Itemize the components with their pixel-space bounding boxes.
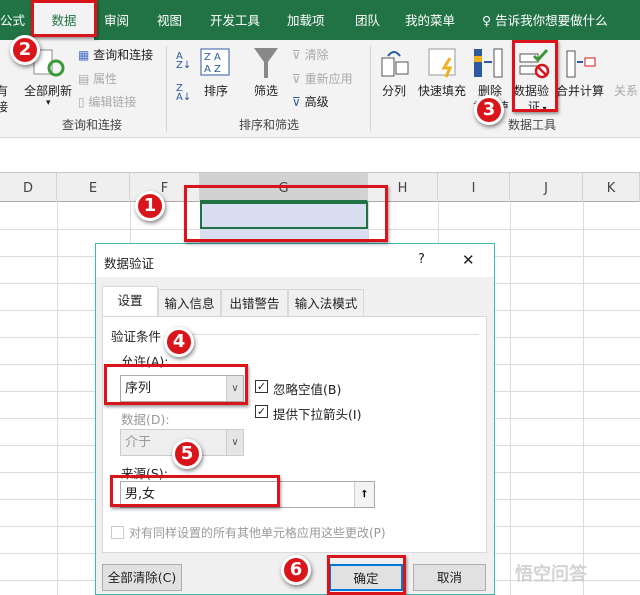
watermark: 悟空问答	[515, 564, 587, 585]
tab-settings[interactable]: 设置	[102, 286, 158, 317]
group-label: 数据工具	[508, 118, 557, 132]
svg-text:A Z: A Z	[204, 64, 221, 75]
sort-button[interactable]: 排序	[204, 82, 228, 99]
tab-ime-mode[interactable]: 输入法模式	[288, 289, 364, 316]
tab-input-message[interactable]: 输入信息	[158, 289, 221, 316]
divider	[166, 46, 167, 132]
dropdown-label: 提供下拉箭头(I)	[273, 407, 362, 422]
flash-fill-icon	[428, 48, 456, 78]
partial-button-label[interactable]: 有	[0, 82, 8, 99]
group-label: 排序和筛选	[239, 118, 300, 132]
reapply-button[interactable]: ⊽ 重新应用	[292, 70, 353, 87]
sort-icon: Z AA Z	[200, 48, 230, 76]
dropdown-checkbox[interactable]: ✓	[255, 405, 268, 418]
cancel-button[interactable]: 取消	[413, 564, 486, 591]
highlight-validation-button	[512, 40, 558, 112]
partial-button-label[interactable]: 接	[0, 98, 8, 115]
remove-duplicates-icon	[474, 48, 503, 78]
column-header-j[interactable]: J	[510, 173, 583, 202]
tab-view[interactable]: 视图	[157, 0, 182, 40]
grid-line	[583, 202, 584, 595]
grid-line	[510, 202, 511, 595]
step-badge-5: 5	[172, 439, 202, 469]
step-badge-3: 3	[474, 95, 504, 125]
consolidate-icon	[566, 50, 596, 78]
data-label: 数据(D):	[121, 412, 170, 427]
tell-me-search[interactable]: ♀ 告诉我你想要做什么	[482, 0, 608, 40]
highlight-ok	[327, 555, 406, 595]
advanced-button[interactable]: ⊽ 高级	[292, 93, 329, 110]
ignore-blank-checkbox[interactable]: ✓	[255, 380, 268, 393]
close-icon[interactable]: ✕	[462, 251, 475, 269]
flash-fill-button[interactable]: 快速填充	[418, 82, 466, 99]
consolidate-button[interactable]: 合并计算	[556, 82, 604, 99]
refresh-all-button[interactable]: 全部刷新	[24, 82, 72, 99]
highlight-allow	[104, 364, 248, 405]
tab-formulas[interactable]: 公式	[0, 0, 25, 40]
tab-addins[interactable]: 加载项	[287, 0, 325, 40]
highlight-source	[110, 475, 280, 507]
column-header-i[interactable]: I	[438, 173, 510, 202]
formula-bar[interactable]	[0, 139, 640, 173]
data-validation-dialog: 数据验证 ? ✕ 设置 输入信息 出错警告 输入法模式 验证条件 允许(A): …	[95, 243, 495, 595]
ignore-blank-label: 忽略空值(B)	[273, 382, 342, 397]
divider	[370, 46, 371, 132]
properties-icon: ▤	[78, 72, 94, 86]
table-icon: ▦	[78, 48, 94, 62]
edit-links-button[interactable]: ▯ 编辑链接	[78, 93, 136, 110]
clear-button[interactable]: ⊽ 清除	[292, 46, 329, 63]
svg-text:Z A: Z A	[204, 52, 221, 63]
reapply-icon: ⊽	[292, 72, 305, 86]
clear-filter-icon: ⊽	[292, 48, 305, 62]
relationships-button[interactable]: 关系	[614, 82, 638, 99]
link-icon: ▯	[78, 95, 89, 109]
text-to-columns-icon	[381, 51, 409, 77]
settings-panel: 验证条件 允许(A): 序列 ∨ ✓ 忽略空值(B) ✓ 提供下拉箭头(I) 数据…	[102, 316, 487, 553]
divider	[171, 334, 479, 335]
advanced-filter-icon: ⊽	[292, 95, 305, 109]
grid-line	[57, 202, 58, 595]
tab-team[interactable]: 团队	[355, 0, 380, 40]
dialog-title-bar[interactable]: 数据验证 ? ✕	[96, 244, 494, 277]
highlight-cell	[184, 185, 388, 242]
help-button[interactable]: ?	[418, 252, 425, 267]
section-title: 验证条件	[111, 329, 162, 344]
sort-az-icon[interactable]: A Z↓	[176, 52, 191, 71]
filter-button[interactable]: 筛选	[254, 82, 278, 99]
filter-icon	[254, 48, 278, 78]
query-connect-button[interactable]: ▦ 查询和连接	[78, 46, 153, 63]
clear-all-button[interactable]: 全部清除(C)	[102, 564, 182, 591]
highlight-data-tab	[31, 0, 97, 37]
tab-error-alert[interactable]: 出错警告	[221, 289, 288, 316]
group-label: 查询和连接	[62, 118, 123, 132]
collapse-dialog-icon[interactable]: ⭡	[354, 482, 374, 507]
step-badge-6: 6	[281, 555, 311, 585]
column-header-k[interactable]: K	[583, 173, 640, 202]
step-badge-2: 2	[10, 35, 40, 65]
chevron-down-icon: ∨	[226, 430, 243, 455]
step-badge-1: 1	[135, 191, 165, 221]
chevron-down-icon: ▾	[46, 98, 51, 108]
column-header-d[interactable]: D	[0, 173, 57, 202]
lightbulb-icon: ♀	[482, 13, 496, 28]
text-to-columns-button[interactable]: 分列	[382, 82, 406, 99]
tab-review[interactable]: 审阅	[104, 0, 129, 40]
properties-button[interactable]: ▤ 属性	[78, 70, 117, 87]
apply-all-label: 对有同样设置的所有其他单元格应用这些更改(P)	[129, 526, 386, 540]
dialog-title: 数据验证	[104, 256, 155, 271]
column-header-e[interactable]: E	[57, 173, 130, 202]
tab-developer[interactable]: 开发工具	[210, 0, 260, 40]
apply-all-checkbox[interactable]	[111, 526, 124, 539]
step-badge-4: 4	[164, 327, 194, 357]
sort-za-icon[interactable]: Z A↓	[176, 84, 191, 103]
tab-my-menu[interactable]: 我的菜单	[405, 0, 455, 40]
